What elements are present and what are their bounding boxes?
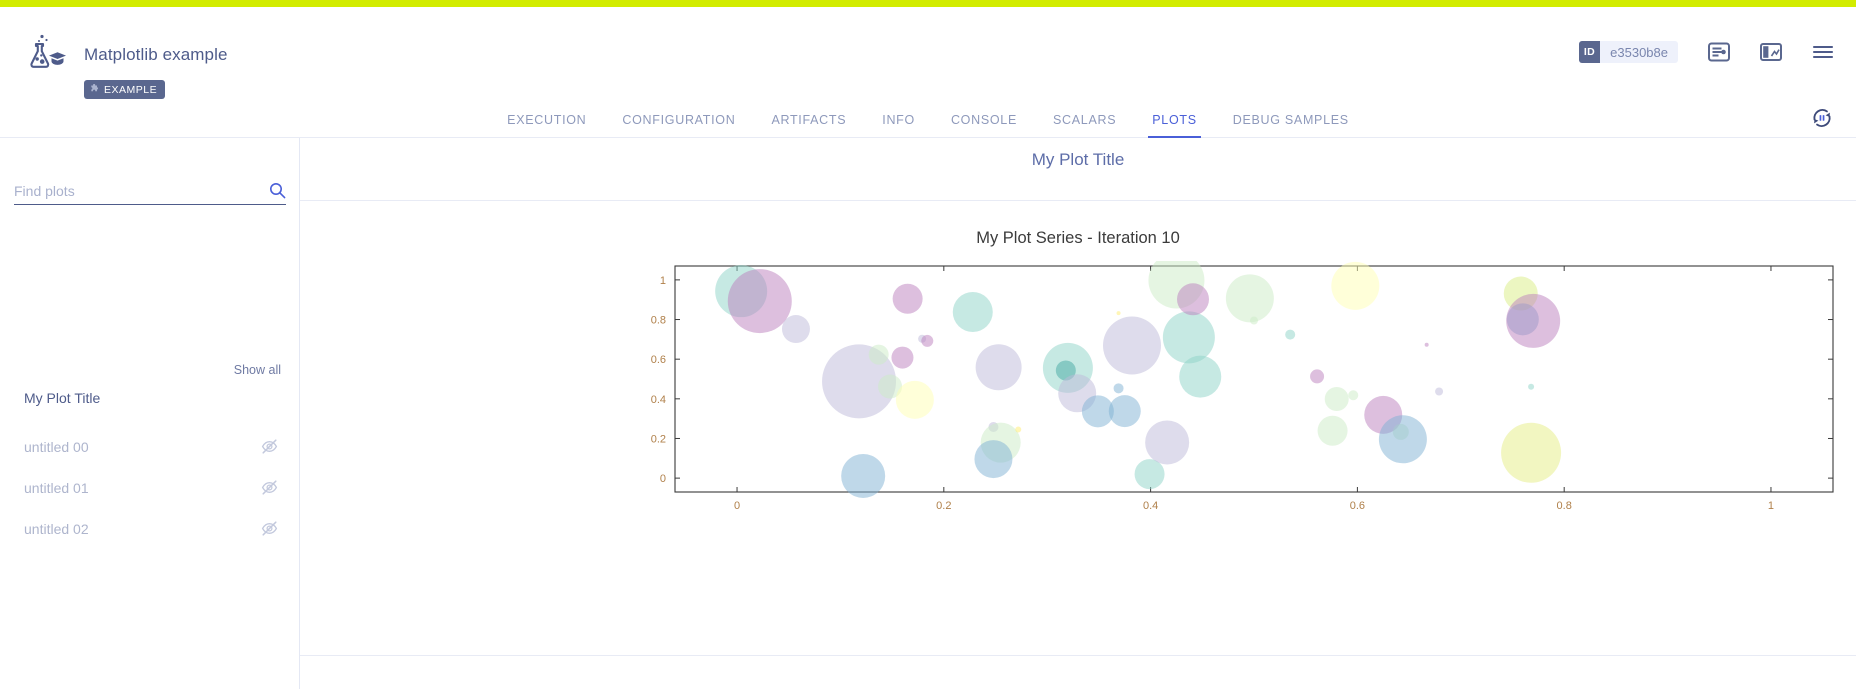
plot-group-title: My Plot Title [24,390,100,406]
tab-info[interactable]: INFO [864,113,933,137]
scatter-point [1177,283,1209,315]
scatter-point [1348,390,1358,400]
eye-off-icon[interactable] [261,479,278,496]
scatter-point [1135,459,1165,489]
search-icon[interactable] [269,182,286,199]
scatter-point [1250,317,1258,325]
x-tick-label: 0.6 [1350,500,1365,512]
scatter-point [974,440,1012,478]
scatter-point [1285,330,1295,340]
scatter-point [841,454,885,498]
scatter-point [893,284,923,314]
scatter-point [1506,294,1560,348]
plot-list: untitled 00 untitled 01 untitled 02 [0,426,300,549]
example-chip-label: EXAMPLE [104,84,157,96]
plot-list-item-label: untitled 00 [24,439,261,455]
scatter-point [1325,387,1349,411]
compare-panels-icon[interactable] [1760,41,1782,63]
experiment-details-icon[interactable] [1708,41,1730,63]
scatter-point [1163,311,1215,363]
show-all-link[interactable]: Show all [234,363,281,377]
scatter-point [869,345,889,365]
tab-debug-samples[interactable]: DEBUG SAMPLES [1215,113,1367,137]
search-input[interactable] [14,183,269,199]
tab-bar: EXECUTION CONFIGURATION ARTIFACTS INFO C… [0,100,1856,138]
x-tick-label: 0.2 [936,500,951,512]
plot-list-item-untitled-01[interactable]: untitled 01 [0,467,300,508]
scatter-point [1310,369,1324,383]
scatter-point [1117,311,1121,315]
scatter-point [1109,395,1141,427]
x-tick-label: 1 [1768,500,1774,512]
plots-main-panel: My Plot Title My Plot Series - Iteration… [300,138,1856,689]
card-divider [300,655,1856,656]
hamburger-menu-icon[interactable] [1812,41,1834,63]
scatter-point [1114,383,1124,393]
experiment-id-badge[interactable]: ID e3530b8e [1579,41,1678,63]
y-tick-label: 0.8 [651,315,666,327]
y-tick-label: 0.4 [651,394,666,406]
page-header: Matplotlib example EXAMPLE ID e3530b8e [0,7,1856,110]
tab-configuration[interactable]: CONFIGURATION [604,113,753,137]
plots-sidebar: Show all My Plot Title untitled 00 untit… [0,138,300,689]
plot-list-item-untitled-00[interactable]: untitled 00 [0,426,300,467]
scatter-point [1501,423,1561,483]
scatter-point [1015,427,1021,433]
scatter-point [1379,415,1427,463]
tabs: EXECUTION CONFIGURATION ARTIFACTS INFO C… [489,113,1367,137]
tab-console[interactable]: CONSOLE [933,113,1035,137]
eye-off-icon[interactable] [261,520,278,537]
plot-card: My Plot Series - Iteration 10 0 0.2 0.4 0.6… [300,201,1856,633]
scatter-point [891,347,913,369]
y-tick-label: 0.2 [651,433,666,445]
scatter-point [1528,384,1534,390]
scatter-point [1145,420,1189,464]
tab-plots[interactable]: PLOTS [1134,113,1215,137]
header-actions: ID e3530b8e [1579,41,1834,63]
id-badge-key: ID [1579,41,1600,63]
scatter-point [1318,416,1348,446]
tab-execution[interactable]: EXECUTION [489,113,604,137]
y-tick-label: 0.6 [651,354,666,366]
tab-artifacts[interactable]: ARTIFACTS [753,113,864,137]
puzzle-piece-icon [89,84,100,95]
plot-list-item-untitled-02[interactable]: untitled 02 [0,508,300,549]
plot-page-title: My Plot Title [300,150,1856,170]
scatter-point [976,344,1022,390]
scatter-point [921,335,933,347]
scatter-point [1103,316,1161,374]
plot-list-item-label: untitled 02 [24,521,261,537]
scatter-point [782,315,810,343]
scatter-point [896,381,934,419]
eye-off-icon[interactable] [261,438,278,455]
y-tick-label: 0 [660,473,666,485]
scatter-point [1425,343,1429,347]
scatter-point [1331,262,1379,310]
chart-title: My Plot Series - Iteration 10 [300,229,1856,248]
id-badge-value: e3530b8e [1600,45,1678,60]
x-tick-label: 0 [734,500,740,512]
tab-scalars[interactable]: SCALARS [1035,113,1134,137]
x-tick-label: 0.4 [1143,500,1158,512]
x-tick-label: 0.8 [1557,500,1572,512]
example-chip: EXAMPLE [84,80,165,99]
search-field[interactable] [14,182,286,205]
scatter-point [728,269,792,333]
scatter-point [1226,274,1274,322]
flask-graduation-cap-icon [22,34,66,74]
page-title: Matplotlib example [84,45,228,65]
plot-list-item-label: untitled 01 [24,480,261,496]
scatter-point [1179,356,1221,398]
scatter-point [953,292,993,332]
y-tick-label: 1 [660,275,666,287]
auto-refresh-paused-icon[interactable] [1810,106,1834,130]
scatter-plot[interactable]: 0 0.2 0.4 0.6 0.8 1 0 0.2 0.4 0.6 0.8 1 [300,261,1856,621]
scatter-point [1435,387,1443,395]
